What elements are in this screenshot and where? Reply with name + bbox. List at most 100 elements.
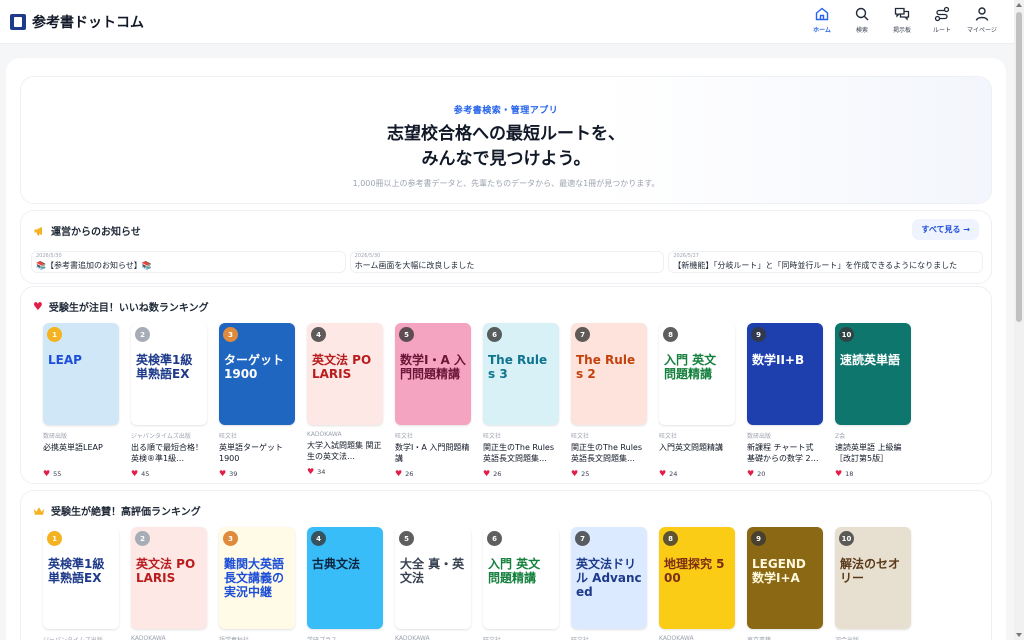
book-cover[interactable]: 9 LEGEND 数学I+A [747, 527, 823, 629]
book-card[interactable]: 4 英文法 POLARIS KADOKAWA 大学入試問題集 関正生の英文法… ♥ 34 [307, 323, 383, 478]
book-title[interactable]: 英単語ターゲット1900 [219, 442, 295, 464]
notice-date: 2026/5/27 [673, 253, 699, 259]
book-cover[interactable]: 3 ターゲット 1900 [219, 323, 295, 425]
like-count-value: 39 [229, 469, 238, 478]
book-publisher: 旺文社 [571, 433, 590, 440]
notice-title: 📚【参考書追加のお知らせ】📚 [36, 261, 152, 270]
book-card[interactable]: 5 数学I・A 入門問題精講 旺文社 数学I・A 入門問題精講 ♥ 26 [395, 323, 471, 478]
nav-mypage[interactable]: マイページ [964, 6, 1000, 34]
book-cover[interactable]: 6 入門 英文 問題精講 [483, 527, 559, 629]
cover-text: 解法のセオリー [840, 557, 901, 585]
book-logo-icon [10, 13, 26, 30]
book-publisher: 旺文社 [659, 433, 678, 440]
book-cover[interactable]: 3 難関大英語長文講義の実況中継 [219, 527, 295, 629]
nav-route[interactable]: ルート [924, 6, 960, 34]
book-card[interactable]: 10 解法のセオリー河合出版 [835, 527, 911, 640]
book-title[interactable]: 入門英文問題精講 [659, 442, 735, 464]
nav-home[interactable]: ホーム [804, 6, 840, 34]
book-card[interactable]: 2 英文法 POLARIS KADOKAWA [131, 527, 207, 640]
book-title[interactable]: 関正生のThe Rules 英語長文問題集… [571, 442, 647, 464]
book-publisher: 旺文社 [483, 635, 559, 640]
see-all-notices-button[interactable]: すべて見る → [912, 219, 979, 240]
book-cover[interactable]: 4 古典文法 [307, 527, 383, 629]
like-count-value: 18 [845, 469, 854, 478]
rank-badge: 2 [135, 327, 150, 342]
book-cover[interactable]: 5 大全 真・英文法 [395, 527, 471, 629]
cover-text: LEAP [48, 353, 82, 367]
cover-text: 数学II+B [752, 353, 805, 367]
notice-item[interactable]: 2026/5/27 【新機能】「分岐ルート」と「同時並行ルート」を作成できるよう… [668, 251, 984, 273]
book-cover[interactable]: 4 英文法 POLARIS [307, 323, 383, 425]
rank-badge: 8 [663, 327, 678, 342]
rank-badge: 3 [223, 327, 238, 342]
book-cover[interactable]: 5 数学I・A 入門問題精講 [395, 323, 471, 425]
like-count: ♥ 25 [571, 469, 647, 478]
book-cover[interactable]: 2 英文法 POLARIS [131, 527, 207, 629]
book-title[interactable]: 関正生のThe Rules 英語長文問題集… [483, 442, 559, 464]
book-title[interactable]: 新課程 チャート式 基礎からの数学 2… [747, 442, 823, 464]
main-content: 参考書検索・管理アプリ 志望校合格への最短ルートを、 みんなで見つけよう。 1,… [6, 58, 1006, 640]
book-title[interactable]: 速読英単語 上級編［改訂第5版］ [835, 442, 911, 464]
book-cover[interactable]: 8 入門 英文 問題精講 [659, 323, 735, 425]
scroll-thumb[interactable] [1016, 12, 1022, 322]
nav-search[interactable]: 検索 [844, 6, 880, 34]
book-title[interactable]: 数学I・A 入門問題精講 [395, 442, 471, 464]
book-card[interactable]: 1 LEAP 数研出版 必携英単語LEAP ♥ 55 [43, 323, 119, 478]
heart-icon: ♥ [131, 469, 139, 478]
book-title[interactable]: 出る順で最短合格！英検®準1級… [131, 442, 207, 464]
hero-title-line1: 志望校合格への最短ルートを、 [387, 124, 625, 144]
book-cover[interactable]: 10 解法のセオリー [835, 527, 911, 629]
cover-text: 難関大英語長文講義の実況中継 [224, 557, 285, 599]
nav-board[interactable]: 掲示板 [884, 6, 920, 34]
book-card[interactable]: 3 ターゲット 1900 旺文社 英単語ターゲット1900 ♥ 39 [219, 323, 295, 478]
rank-badge: 6 [487, 327, 502, 342]
book-publisher: 語学春秋社 [219, 635, 295, 640]
book-card[interactable]: 8 地理探究 500 KADOKAWA [659, 527, 735, 640]
book-title[interactable]: 大学入試問題集 関正生の英文法… [307, 440, 383, 462]
site-logo[interactable]: 参考書ドットコム [10, 12, 144, 32]
book-card[interactable]: 8 入門 英文 問題精講 旺文社 入門英文問題精講 ♥ 24 [659, 323, 735, 478]
rank-badge: 8 [663, 531, 678, 546]
book-card[interactable]: 4 古典文法学研プラス [307, 527, 383, 640]
book-cover[interactable]: 1 英検準1級 単熟語EX [43, 527, 119, 629]
book-cover[interactable]: 10 速読英単語 [835, 323, 911, 425]
book-cover[interactable]: 6 The Rules 3 [483, 323, 559, 425]
book-title[interactable]: 必携英単語LEAP [43, 442, 119, 464]
like-count: ♥ 39 [219, 469, 295, 478]
book-cover[interactable]: 7 英文法ドリル Advanced [571, 527, 647, 629]
notices-section: 運営からのお知らせ すべて見る → 2026/5/30 📚【参考書追加のお知らせ… [20, 210, 992, 284]
book-card[interactable]: 9 LEGEND 数学I+A 東京書籍 [747, 527, 823, 640]
page-scrollbar[interactable] [1014, 0, 1024, 640]
book-card[interactable]: 7 英文法ドリル Advanced 旺文社 [571, 527, 647, 640]
book-cover[interactable]: 8 地理探究 500 [659, 527, 735, 629]
book-card[interactable]: 10 速読英単語 Z会 速読英単語 上級編［改訂第5版］ ♥ 18 [835, 323, 911, 478]
book-cover[interactable]: 1 LEAP [43, 323, 119, 425]
rating-ranking-header: 受験生が絶賛！高評価ランキング [33, 503, 201, 518]
notice-item[interactable]: 2026/5/30 📚【参考書追加のお知らせ】📚 [31, 251, 346, 273]
book-publisher: KADOKAWA [307, 431, 342, 438]
book-card[interactable]: 9 数学II+B 数研出版 新課程 チャート式 基礎からの数学 2… ♥ 20 [747, 323, 823, 478]
scroll-up-icon[interactable] [1016, 3, 1022, 7]
cover-text: LEGEND 数学I+A [752, 557, 806, 585]
heart-icon: ♥ [33, 300, 43, 313]
heart-icon: ♥ [571, 469, 579, 478]
book-cover[interactable]: 2 英検準1級 単熟語EX [131, 323, 207, 425]
scroll-down-icon[interactable] [1016, 633, 1022, 637]
notice-item[interactable]: 2026/5/30 ホーム画面を大幅に改良しました [349, 251, 665, 273]
like-count-value: 25 [581, 469, 590, 478]
book-card[interactable]: 7 The Rules 2 旺文社関正生のThe Rules 英語長文問題集… ♥ 25 [571, 323, 647, 478]
book-card[interactable]: 6 入門 英文 問題精講旺文社 [483, 527, 559, 640]
book-card[interactable]: 2 英検準1級 単熟語EX ジャパンタイムズ出版 出る順で最短合格！英検®準1級… ♥ 4… [131, 323, 207, 478]
book-card[interactable]: 6 The Rules 3 旺文社 関正生のThe Rules 英語長文問題集… ♥ 26 [483, 323, 559, 478]
book-card[interactable]: 3 難関大英語長文講義の実況中継語学春秋社 [219, 527, 295, 640]
rank-badge: 7 [575, 531, 590, 546]
book-card[interactable]: 1 英検準1級 単熟語EX ジャパンタイムズ出版 [43, 527, 119, 640]
like-count: ♥ 26 [395, 469, 471, 478]
book-cover[interactable]: 9 数学II+B [747, 323, 823, 425]
hero-section: 参考書検索・管理アプリ 志望校合格への最短ルートを、 みんなで見つけよう。 1,… [20, 76, 992, 204]
route-icon [934, 6, 950, 22]
book-card[interactable]: 5 大全 真・英文法 KADOKAWA [395, 527, 471, 640]
book-cover[interactable]: 7 The Rules 2 [571, 323, 647, 425]
nav-mypage-label: マイページ [967, 27, 997, 34]
main-nav: ホーム 検索 掲示板 ルート マイページ [804, 6, 1000, 34]
